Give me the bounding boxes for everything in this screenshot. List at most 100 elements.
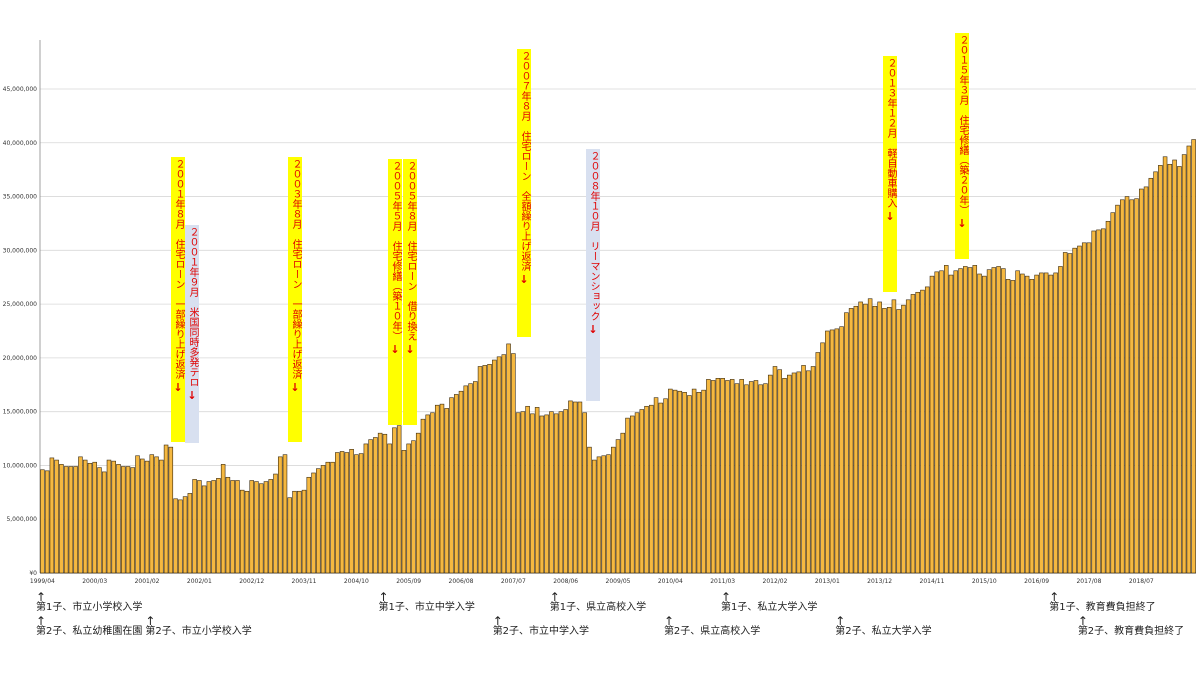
bar xyxy=(159,459,164,574)
bar xyxy=(363,443,369,574)
up-arrow-icon: ↑ xyxy=(36,590,47,604)
bar xyxy=(382,433,388,574)
bar xyxy=(235,480,240,574)
x-tick-label: 2017/08 xyxy=(1076,578,1101,585)
life-event-text: 第2子、市立中学入学 xyxy=(492,626,590,637)
bar xyxy=(991,267,997,574)
bar xyxy=(986,269,992,574)
x-tick-label: 1999/04 xyxy=(30,578,55,585)
bar xyxy=(125,466,131,574)
bar xyxy=(244,490,250,574)
bar xyxy=(910,294,916,574)
bar xyxy=(858,301,863,574)
bar xyxy=(1010,280,1016,574)
bar xyxy=(297,490,302,574)
bar xyxy=(977,273,982,574)
bar xyxy=(78,456,83,574)
bar xyxy=(344,452,350,574)
bar xyxy=(101,471,107,574)
bar xyxy=(149,454,155,574)
y-tick-label: 25,000,000 xyxy=(3,301,38,308)
bar xyxy=(68,466,74,574)
bar xyxy=(891,299,897,574)
x-tick-label: 2008/06 xyxy=(553,578,578,585)
bar xyxy=(273,473,278,574)
bar xyxy=(782,378,787,574)
bar xyxy=(425,414,430,574)
y-tick-label: 30,000,000 xyxy=(3,247,38,254)
event-callout-2001-09: ２００１年９月 米国同時多発テロ ↓ xyxy=(185,225,199,443)
bar xyxy=(658,402,664,574)
bar xyxy=(748,381,754,574)
event-callout-2015-03: ２０１５年３月 住宅修繕（築２０年） ↓ xyxy=(955,33,969,259)
x-tick-label: 2007/07 xyxy=(501,578,526,585)
bar xyxy=(1039,272,1044,574)
x-tick-label: 2016/09 xyxy=(1024,578,1049,585)
bar xyxy=(1143,186,1149,574)
bar xyxy=(206,481,212,574)
life-event-note: ↑ 第2子、市立中学入学 xyxy=(492,615,590,638)
bar xyxy=(387,443,392,574)
bar xyxy=(287,497,292,574)
bar xyxy=(882,308,887,574)
bar xyxy=(948,274,954,574)
bar xyxy=(1181,154,1187,574)
bar xyxy=(1043,272,1049,574)
life-event-note: ↑ 第2子、県立高校入学 xyxy=(664,615,760,638)
bar xyxy=(415,432,421,574)
life-event-note: ↑ 第1子、教育費負担終了 xyxy=(1049,591,1155,614)
bar xyxy=(201,485,207,574)
bar xyxy=(1048,274,1054,574)
bar xyxy=(787,374,792,574)
bar xyxy=(330,461,335,574)
bar xyxy=(763,383,768,574)
bar xyxy=(610,446,616,574)
x-tick-label: 2001/02 xyxy=(135,578,160,585)
bar xyxy=(430,412,435,574)
bar xyxy=(939,270,944,574)
up-arrow-icon: ↑ xyxy=(549,590,560,604)
bar xyxy=(710,380,716,574)
bar xyxy=(1120,199,1125,574)
bar xyxy=(1062,252,1068,574)
bar xyxy=(520,411,526,574)
bar xyxy=(905,299,911,574)
bar xyxy=(839,326,844,574)
bar xyxy=(1034,274,1039,574)
bar xyxy=(587,446,592,574)
x-tick-label: 2013/01 xyxy=(815,578,840,585)
bar xyxy=(682,392,687,574)
bar xyxy=(230,480,235,574)
bar xyxy=(687,395,692,574)
bar xyxy=(525,405,530,574)
bar xyxy=(320,465,326,574)
y-tick-label: 35,000,000 xyxy=(3,194,38,201)
bar xyxy=(663,398,668,574)
bar xyxy=(668,388,673,574)
bar xyxy=(625,417,630,574)
bar xyxy=(877,301,882,574)
x-tick-label: 2014/11 xyxy=(920,578,945,585)
life-event-note: ↑ 第1子、私立大学入学 xyxy=(721,591,817,614)
x-tick-label: 2004/10 xyxy=(344,578,369,585)
bar xyxy=(1129,199,1135,574)
bar xyxy=(254,481,259,574)
bar xyxy=(97,467,102,574)
bar xyxy=(615,439,621,574)
bar xyxy=(867,298,873,574)
y-tick-label: ¥0 xyxy=(29,570,37,577)
bar xyxy=(263,481,269,574)
bar xyxy=(1105,220,1111,574)
event-callout-2008-10: ２００８年１０月 リーマンショック ↓ xyxy=(586,149,600,401)
bar xyxy=(544,414,549,574)
bar xyxy=(834,328,840,574)
life-event-note: ↑ 第2子、私立幼稚園在園 xyxy=(36,615,142,638)
bar xyxy=(168,446,174,574)
bar xyxy=(40,469,45,574)
bar xyxy=(853,305,859,574)
bar xyxy=(496,356,502,574)
bar xyxy=(173,498,178,574)
bar xyxy=(886,307,892,574)
bar xyxy=(349,449,354,574)
event-callout-2005-05: ２００５年５月 住宅修繕（築１０年） ↓ xyxy=(388,159,402,425)
